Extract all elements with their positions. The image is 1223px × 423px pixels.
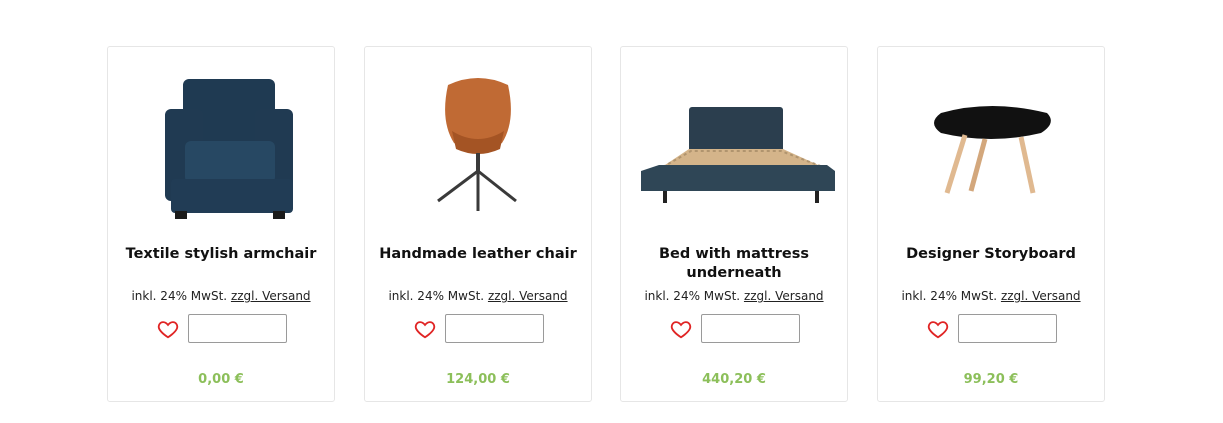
- heart-icon[interactable]: [157, 318, 179, 340]
- product-price: 0,00 €: [198, 372, 244, 387]
- tax-label: inkl. 24% MwSt.: [901, 289, 998, 303]
- product-title[interactable]: Bed with mattress underneath: [633, 245, 835, 283]
- tax-label: inkl. 24% MwSt.: [644, 289, 741, 303]
- product-controls: [365, 314, 591, 344]
- heart-icon[interactable]: [927, 318, 949, 340]
- product-price: 440,20 €: [702, 372, 766, 387]
- product-title[interactable]: Designer Storyboard: [890, 245, 1092, 264]
- tax-label: inkl. 24% MwSt.: [388, 289, 485, 303]
- tax-info: inkl. 24% MwSt. zzgl. Versand: [621, 289, 847, 303]
- product-title[interactable]: Handmade leather chair: [377, 245, 579, 264]
- product-controls: [878, 314, 1104, 344]
- product-price: 99,20 €: [963, 372, 1019, 387]
- heart-icon[interactable]: [670, 318, 692, 340]
- product-card[interactable]: Bed with mattress underneath inkl. 24% M…: [620, 46, 848, 402]
- product-title[interactable]: Textile stylish armchair: [120, 245, 322, 264]
- shipping-link[interactable]: zzgl. Versand: [488, 289, 568, 303]
- shipping-link[interactable]: zzgl. Versand: [744, 289, 824, 303]
- product-card[interactable]: Designer Storyboard inkl. 24% MwSt. zzgl…: [877, 46, 1105, 402]
- heart-icon[interactable]: [414, 318, 436, 340]
- shipping-link[interactable]: zzgl. Versand: [1001, 289, 1081, 303]
- product-price: 124,00 €: [446, 372, 510, 387]
- tax-info: inkl. 24% MwSt. zzgl. Versand: [365, 289, 591, 303]
- quantity-input[interactable]: [445, 314, 544, 343]
- quantity-input[interactable]: [188, 314, 287, 343]
- product-image-storyboard[interactable]: [878, 61, 1104, 241]
- product-image-armchair[interactable]: [108, 61, 334, 241]
- product-grid: Textile stylish armchair inkl. 24% MwSt.…: [0, 0, 1223, 423]
- product-card[interactable]: Textile stylish armchair inkl. 24% MwSt.…: [107, 46, 335, 402]
- product-image-leather-chair[interactable]: [365, 61, 591, 241]
- product-card[interactable]: Handmade leather chair inkl. 24% MwSt. z…: [364, 46, 592, 402]
- quantity-input[interactable]: [701, 314, 800, 343]
- product-image-bed[interactable]: [621, 61, 847, 241]
- product-controls: [621, 314, 847, 344]
- product-controls: [108, 314, 334, 344]
- quantity-input[interactable]: [958, 314, 1057, 343]
- tax-info: inkl. 24% MwSt. zzgl. Versand: [878, 289, 1104, 303]
- tax-label: inkl. 24% MwSt.: [131, 289, 228, 303]
- shipping-link[interactable]: zzgl. Versand: [231, 289, 311, 303]
- tax-info: inkl. 24% MwSt. zzgl. Versand: [108, 289, 334, 303]
